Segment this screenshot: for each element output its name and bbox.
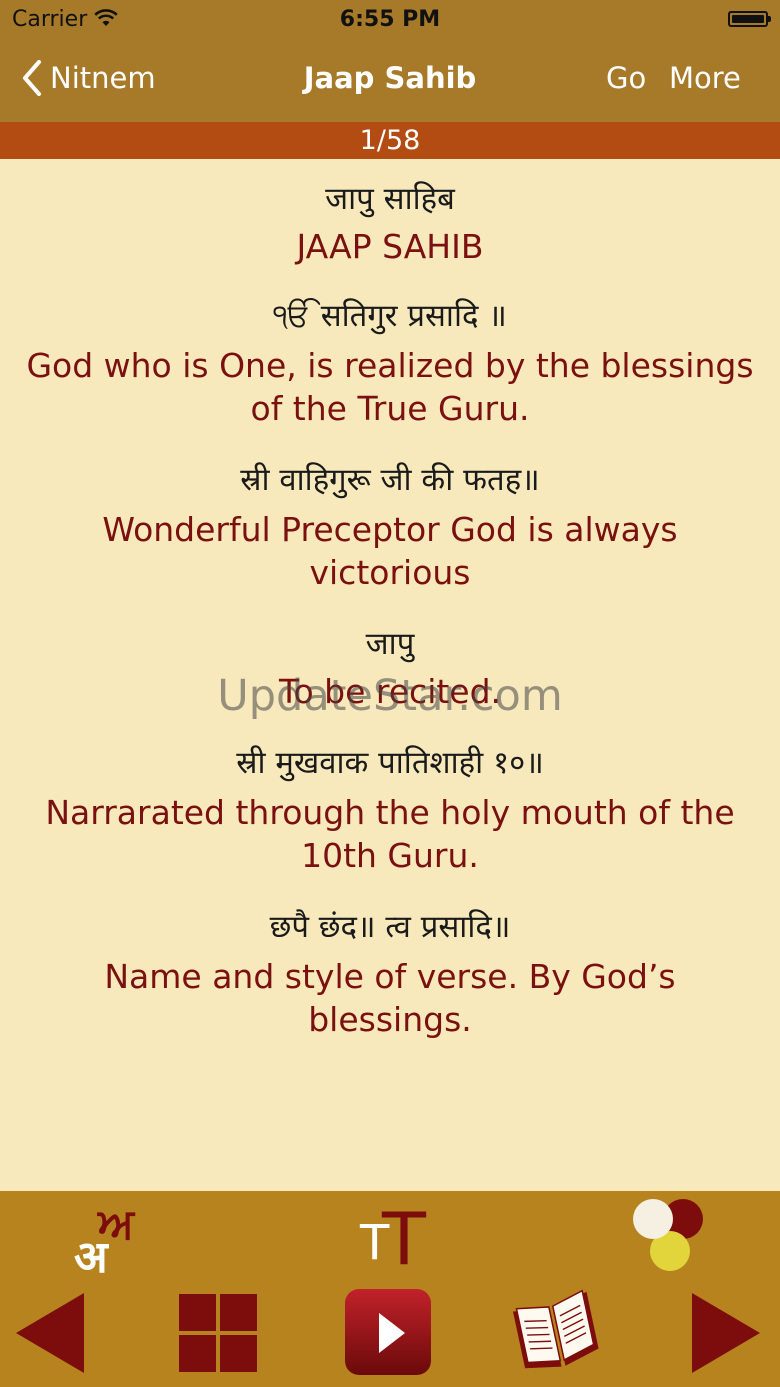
index-button[interactable] — [178, 1293, 258, 1373]
bottom-toolbar: ਅ अ T T — [0, 1191, 780, 1387]
verse-block: जापु साहिब JAAP SAHIB — [0, 159, 780, 268]
translation-line: God who is One, is realized by the bless… — [26, 346, 754, 428]
status-bar: Carrier 6:55 PM — [0, 0, 780, 40]
book-button[interactable] — [508, 1285, 604, 1377]
gurmukhi-line: जापु — [365, 626, 415, 662]
triangle-right-icon — [692, 1293, 760, 1373]
translation-line: Name and style of verse. By God’s blessi… — [104, 957, 676, 1039]
text-size-button[interactable]: T T — [352, 1197, 432, 1281]
play-icon — [345, 1289, 431, 1375]
verse-block: स्री मुखवाक पातिशाही १०॥ Narrarated thro… — [0, 743, 780, 877]
grid-icon — [179, 1294, 257, 1372]
go-button[interactable]: Go — [606, 61, 646, 95]
color-theme-button[interactable] — [630, 1197, 710, 1273]
gurmukhi-line: जापु साहिब — [325, 181, 455, 217]
clock: 6:55 PM — [339, 7, 441, 32]
verse-block: छपै छंद॥ त्व प्रसादि॥ Name and style of … — [0, 907, 780, 1041]
battery-icon — [728, 11, 771, 27]
triangle-left-icon — [16, 1293, 84, 1373]
previous-page-button[interactable] — [14, 1291, 86, 1375]
verse-block: जापु To be recited. — [0, 624, 780, 713]
script-toggle-button[interactable]: ਅ अ — [70, 1199, 160, 1283]
color-circles-icon — [633, 1199, 703, 1271]
page-indicator: 1/58 — [0, 122, 780, 159]
more-button[interactable]: More — [669, 61, 741, 95]
verse-block: ੴ सतिगुर प्रसादि ॥ God who is One, is re… — [0, 296, 780, 430]
next-page-button[interactable] — [690, 1291, 762, 1375]
gurmukhi-line: स्री मुखवाक पातिशाही १०॥ — [236, 745, 544, 781]
gurmukhi-line: ੴ सतिगुर प्रसादि ॥ — [273, 298, 507, 334]
translation-line: To be recited. — [278, 672, 502, 711]
verse-block: स्री वाहिगुरू जी की फतह॥ Wonderful Prece… — [0, 460, 780, 594]
translation-line: JAAP SAHIB — [296, 227, 484, 266]
page-title: Jaap Sahib — [303, 61, 477, 95]
devanagari-script-icon: अ — [74, 1232, 108, 1283]
gurmukhi-line: स्री वाहिगुरू जी की फतह॥ — [240, 462, 540, 498]
gurmukhi-line: छपै छंद॥ त्व प्रसादि॥ — [269, 909, 511, 945]
translation-line: Wonderful Preceptor God is always victor… — [102, 510, 678, 592]
navigation-bar: Nitnem Jaap Sahib Go More — [0, 40, 780, 122]
translation-line: Narrarated through the holy mouth of the… — [45, 793, 735, 875]
verse-content[interactable]: जापु साहिब JAAP SAHIB ੴ सतिगुर प्रसादि ॥… — [0, 159, 780, 1191]
play-button[interactable] — [343, 1287, 433, 1377]
book-icon — [513, 1289, 599, 1369]
text-size-large-icon: T — [382, 1197, 426, 1281]
